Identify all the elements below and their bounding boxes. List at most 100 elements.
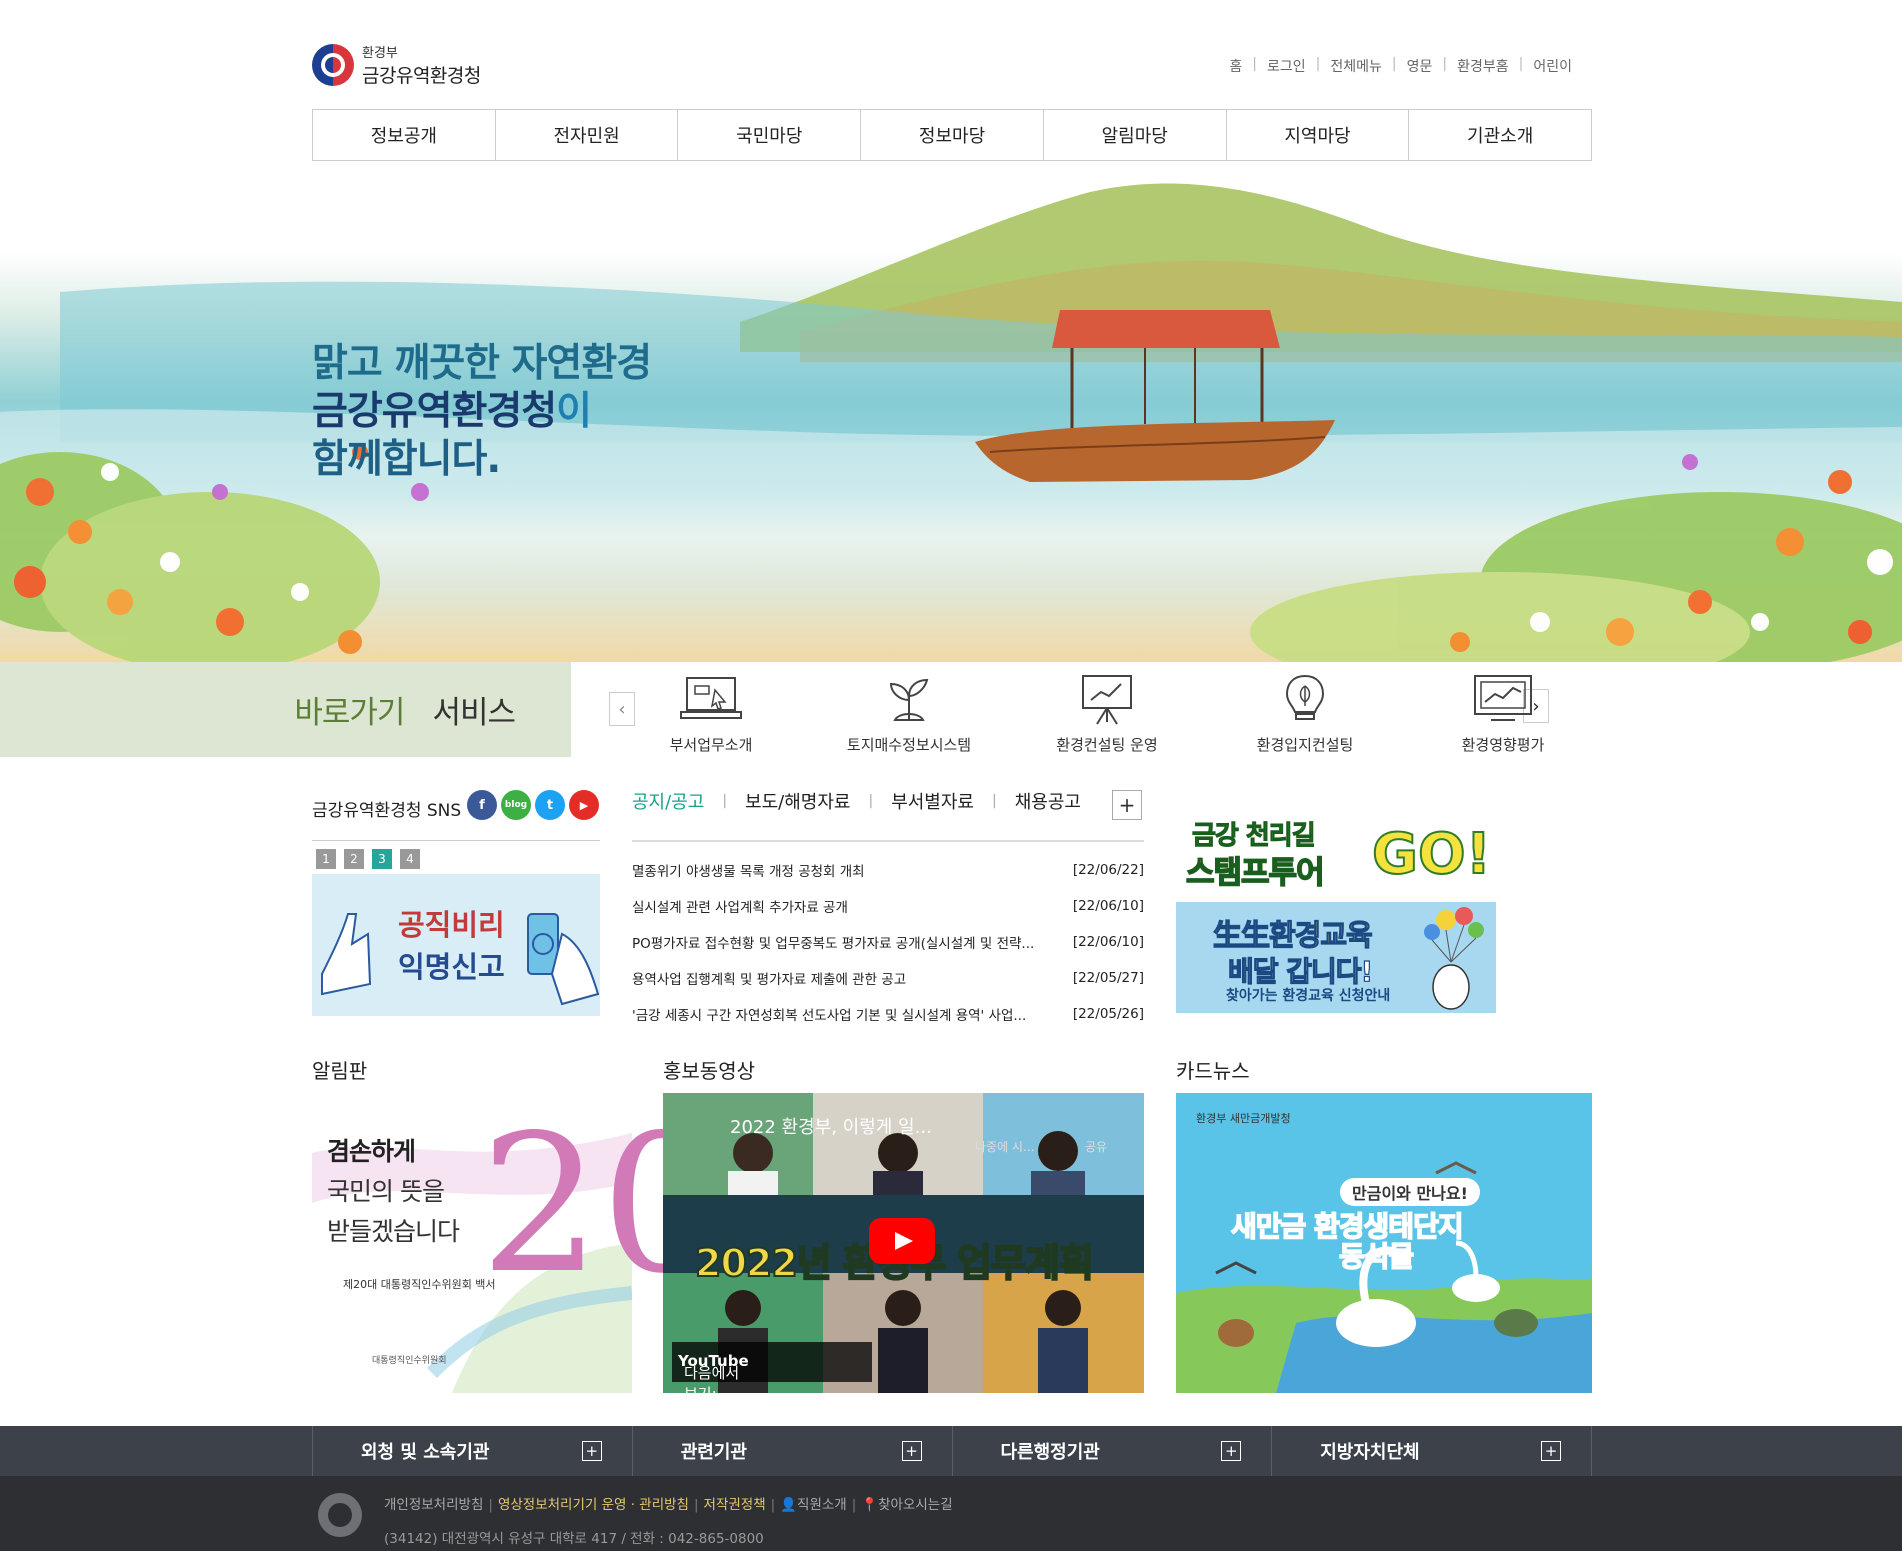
nav-item-about[interactable]: 기관소개 <box>1409 110 1591 160</box>
copyright-policy-link[interactable]: 저작권정책 <box>704 1497 766 1513</box>
nav-item-news[interactable]: 알림마당 <box>1044 110 1227 160</box>
footer-group-affiliates[interactable]: 외청 및 소속기관 + <box>312 1426 632 1476</box>
expand-plus-icon[interactable]: + <box>901 1441 922 1461</box>
pager-4[interactable]: 4 <box>400 849 420 869</box>
footer <box>0 1476 1902 1551</box>
list-item[interactable]: '금강 세종시 구간 자연성회복 선도사업 기본 및 실시설계 용역' 사업..… <box>632 996 1144 1032</box>
quick-item-eia[interactable]: 환경영향평가 <box>1404 662 1602 755</box>
board-section-title: 알림판 <box>312 1059 368 1083</box>
hero-agency-name: 금강유역환경청 <box>312 389 557 434</box>
footer-address: (34142) 대전광역시 유성구 대학로 417 / 전화 : 042-865… <box>384 1531 764 1547</box>
notice-date: [22/06/22] <box>1072 862 1144 878</box>
card-bubble-text: 만금이와 만나요! <box>1340 1178 1480 1206</box>
hero-line-1: 맑고 깨끗한 자연환경 <box>312 341 652 386</box>
notice-title[interactable]: '금강 세종시 구간 자연성회복 선도사업 기본 및 실시설계 용역' 사업..… <box>632 1004 1026 1024</box>
sns-title: 금강유역환경청 SNS <box>312 801 462 821</box>
notice-title[interactable]: 용역사업 집행계획 및 평가자료 제출에 관한 공고 <box>632 968 906 988</box>
card-title-line-2: 동식물 <box>1338 1239 1415 1274</box>
presentation-icon <box>1082 675 1132 725</box>
hero-particle: 이 <box>556 389 592 434</box>
notice-date: [22/05/27] <box>1072 970 1144 986</box>
list-item[interactable]: 실시설계 관련 사업계획 추가자료 공개 [22/06/10] <box>632 888 1144 924</box>
tab-press[interactable]: 보도/해명자료 <box>745 788 850 814</box>
notice-title[interactable]: PO평가자료 접수현황 및 업무중복도 평가자료 공개(실시설계 및 전략... <box>632 932 1034 952</box>
footer-group-label: 관련기관 <box>680 1442 747 1463</box>
board-line-1: 겸손하게 <box>327 1137 416 1166</box>
banner-line-2: 익명신고 <box>398 950 505 984</box>
util-kids-link[interactable]: 어린이 <box>1523 56 1582 76</box>
site-logo[interactable]: 환경부 금강유역환경청 <box>312 42 481 88</box>
footer-group-other-gov[interactable]: 다른행정기관 + <box>951 1426 1272 1476</box>
watch-later-label[interactable]: 나중에 시... <box>975 1138 1034 1155</box>
sns-icons: f blog t ▶ <box>467 790 599 820</box>
board-line-2: 국민의 뜻을 <box>327 1177 445 1206</box>
main-nav: 정보공개 전자민원 국민마당 정보마당 알림마당 지역마당 기관소개 <box>312 109 1592 161</box>
tab-notice[interactable]: 공지/공고 <box>632 788 704 814</box>
util-english-link[interactable]: 영문 <box>1397 56 1443 76</box>
footer-group-label: 지방자치단체 <box>1320 1442 1420 1463</box>
quick-title-dark: 서비스 <box>432 695 516 731</box>
expand-plus-icon[interactable]: + <box>1221 1441 1242 1461</box>
privacy-policy-link[interactable]: 개인정보처리방침 <box>384 1497 483 1513</box>
expand-plus-icon[interactable]: + <box>581 1441 602 1461</box>
tab-department[interactable]: 부서별자료 <box>891 788 974 814</box>
watch-on-youtube[interactable]: 다음에서 보기: YouTube <box>672 1342 872 1403</box>
quick-item-land-purchase[interactable]: 토지매수정보시스템 <box>810 662 1008 755</box>
stamp-tour-line-2: 스탬프투어 <box>1185 854 1325 892</box>
quick-service-bar: 바로가기 서비스 ‹ › 부서업무소개 토지매수정보시스템 환경컨설팅 운영 환… <box>0 662 1902 757</box>
quick-service-list: 부서업무소개 토지매수정보시스템 환경컨설팅 운영 환경입지컨설팅 환경영향평가 <box>612 662 1602 755</box>
directions-link[interactable]: 찾아오시는길 <box>878 1497 953 1513</box>
quick-item-label: 부서업무소개 <box>669 736 753 754</box>
quick-item-dept-intro[interactable]: 부서업무소개 <box>612 662 810 755</box>
list-item[interactable]: 용역사업 집행계획 및 평가자료 제출에 관한 공고 [22/05/27] <box>632 960 1144 996</box>
nav-item-information[interactable]: 정보마당 <box>861 110 1044 160</box>
util-ministry-home-link[interactable]: 환경부홈 <box>1447 56 1519 76</box>
expand-plus-icon[interactable]: + <box>1541 1441 1561 1461</box>
notice-more-button[interactable]: + <box>1112 790 1142 820</box>
nav-item-citizen[interactable]: 국민마당 <box>678 110 862 160</box>
quick-item-site-consulting[interactable]: 환경입지컨설팅 <box>1206 662 1404 755</box>
staff-link[interactable]: 직원소개 <box>797 1497 847 1513</box>
util-home-link[interactable]: 홈 <box>1219 56 1252 76</box>
share-label[interactable]: 공유 <box>1085 1138 1107 1155</box>
notice-title[interactable]: 멸종위기 야생생물 목록 개정 공청회 개최 <box>632 860 865 880</box>
card-agency-logos: 환경부 새만금개발청 <box>1196 1112 1291 1125</box>
board-headline: 겸손하게 국민의 뜻을 받들겠습니다 <box>327 1132 460 1252</box>
util-sitemap-link[interactable]: 전체메뉴 <box>1320 56 1392 76</box>
youtube-icon[interactable]: ▶ <box>569 790 599 820</box>
location-pin-icon: 📍 <box>861 1497 879 1513</box>
list-item[interactable]: PO평가자료 접수현황 및 업무중복도 평가자료 공개(실시설계 및 전략...… <box>632 924 1144 960</box>
nav-item-region[interactable]: 지역마당 <box>1227 110 1410 160</box>
person-icon: 👤 <box>780 1497 798 1513</box>
pager-1[interactable]: 1 <box>316 849 336 869</box>
watch-label: 다음에서 보기: <box>684 1364 740 1403</box>
quick-item-consulting[interactable]: 환경컨설팅 운영 <box>1008 662 1206 755</box>
util-login-link[interactable]: 로그인 <box>1257 56 1316 76</box>
pager-3[interactable]: 3 <box>372 849 392 869</box>
logo-ministry: 환경부 <box>362 46 398 61</box>
quick-item-label: 환경영향평가 <box>1461 736 1545 754</box>
board-subtitle: 제20대 대통령직인수위원회 백서 <box>343 1278 496 1291</box>
banner-pager: 1 2 3 4 <box>316 849 420 869</box>
board-line-3: 받들겠습니다 <box>327 1217 460 1246</box>
banner-line-1: 공직비리 <box>398 908 505 942</box>
notice-title[interactable]: 실시설계 관련 사업계획 추가자료 공개 <box>632 896 848 916</box>
notice-date: [22/05/26] <box>1072 1006 1144 1022</box>
play-icon[interactable] <box>869 1218 935 1264</box>
logo-agency: 금강유역환경청 <box>362 65 481 87</box>
footer-group-local-gov[interactable]: 지방자치단체 + <box>1271 1426 1592 1476</box>
twitter-icon[interactable]: t <box>535 790 565 820</box>
facebook-icon[interactable]: f <box>467 790 497 820</box>
tab-recruit[interactable]: 채용공고 <box>1015 788 1081 814</box>
pager-2[interactable]: 2 <box>344 849 364 869</box>
divider <box>632 840 1144 842</box>
cctv-policy-link[interactable]: 영상정보처리기기 운영 · 관리방침 <box>498 1497 689 1513</box>
video-title[interactable]: 2022 환경부, 이렇게 일... <box>730 1113 932 1139</box>
list-item[interactable]: 멸종위기 야생생물 목록 개정 공청회 개최 [22/06/22] <box>632 852 1144 888</box>
footer-group-related[interactable]: 관련기관 + <box>631 1426 952 1476</box>
stamp-tour-go: GO! <box>1371 821 1492 888</box>
blog-icon[interactable]: blog <box>501 790 531 820</box>
quick-item-label: 토지매수정보시스템 <box>846 736 972 754</box>
nav-item-info-disclosure[interactable]: 정보공개 <box>313 110 496 160</box>
nav-item-e-petition[interactable]: 전자민원 <box>496 110 679 160</box>
